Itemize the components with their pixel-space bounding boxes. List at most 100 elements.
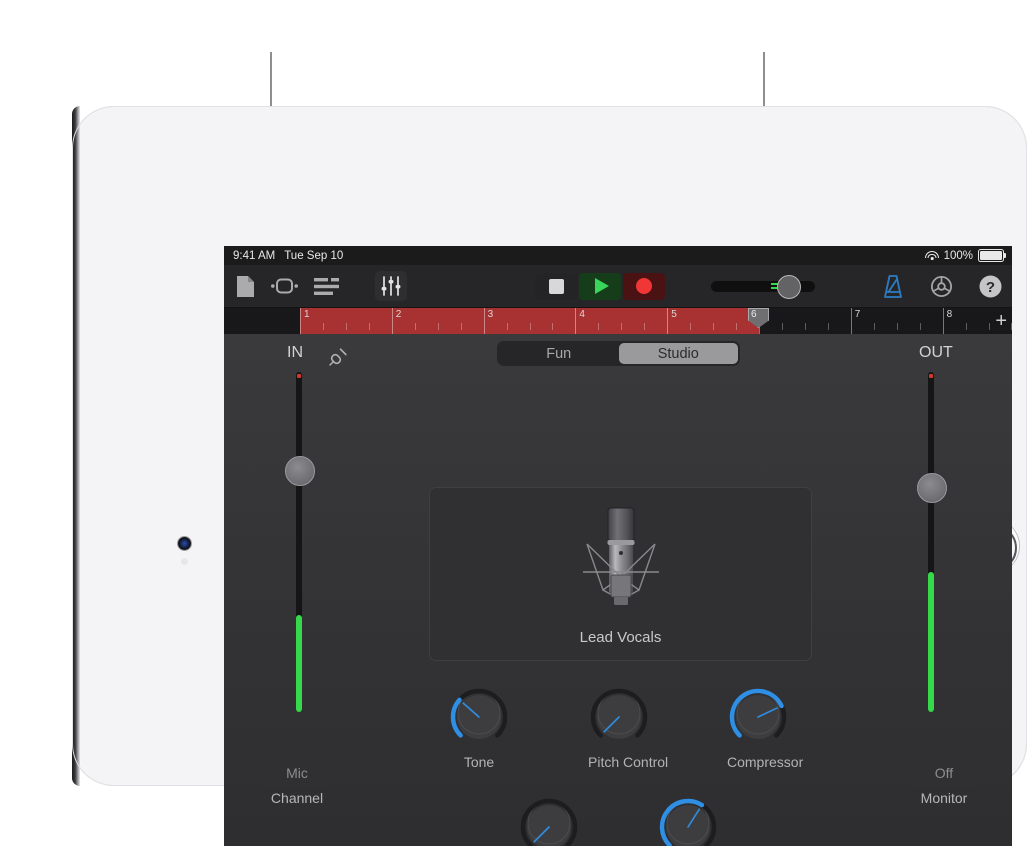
front-camera (178, 537, 191, 550)
input-title: IN (287, 344, 303, 361)
input-settings-icon[interactable] (327, 346, 349, 373)
ruler-beat-tick (437, 323, 439, 330)
ruler-bar-number: 7 (854, 309, 861, 320)
status-time: 9:41 AM (233, 249, 276, 262)
ruler-beat-tick (598, 323, 600, 330)
input-fader-level (296, 615, 302, 712)
loop-browser-icon[interactable] (271, 278, 298, 294)
record-button[interactable] (623, 272, 665, 300)
ruler-bar-number: 1 (304, 309, 310, 320)
ruler-beat-tick (804, 323, 806, 330)
drive-knob[interactable]: Drive (518, 796, 580, 846)
output-title: OUT (919, 344, 953, 361)
ruler-beat-tick (460, 323, 462, 330)
status-bar: 9:41 AM Tue Sep 10 100% (224, 246, 1012, 265)
ruler-beat-tick (506, 323, 508, 330)
pitch-control-knob-label: Pitch Control (588, 754, 669, 770)
fun-segment[interactable]: Fun (499, 343, 619, 364)
channel-select-button[interactable]: Mic (259, 760, 335, 786)
ruler-bar-tick (942, 308, 944, 334)
input-peak-indicator (297, 374, 301, 378)
ruler-beat-tick (529, 323, 531, 330)
monitor-caption: Monitor (920, 790, 968, 806)
ruler-beat-tick (644, 323, 646, 330)
transport-controls (535, 272, 665, 300)
ruler-bar-tick (300, 308, 301, 334)
pitch-control-knob[interactable]: Pitch Control (588, 686, 669, 770)
help-icon[interactable]: ? (979, 275, 1002, 298)
app-toolbar: ? (224, 265, 1012, 308)
ruler-beat-tick (896, 323, 898, 330)
ruler-bar-number: 4 (579, 309, 585, 320)
toolbar-right-group: ? (882, 274, 1002, 298)
status-bar-left: 9:41 AM Tue Sep 10 (233, 250, 343, 262)
ruler-beat-tick (919, 323, 921, 330)
ipad-device: 9:41 AM Tue Sep 10 100% ? 1 2 3 4 5 7 8 … (72, 106, 1027, 846)
ruler-beat-tick (690, 323, 692, 330)
toolbar-transport-group (535, 272, 815, 300)
toolbar-left-group (236, 271, 407, 301)
metronome-icon[interactable] (882, 274, 904, 298)
compressor-knob-dial[interactable] (727, 686, 789, 748)
ruler-bar-number: 2 (395, 309, 402, 320)
output-fader-thumb[interactable] (917, 473, 947, 503)
output-peak-indicator (929, 374, 933, 378)
patch-display-panel[interactable]: Lead Vocals (429, 487, 812, 661)
vocal-hall-knob[interactable]: Vocal Hall (657, 796, 719, 846)
ruler-beat-tick (736, 323, 738, 330)
record-icon (636, 278, 652, 294)
gear-icon[interactable] (930, 275, 953, 298)
preset-mode-segmented-control[interactable]: Fun Studio (497, 341, 740, 366)
ruler-bar-tick (575, 308, 577, 334)
input-fader-thumb[interactable] (285, 456, 315, 486)
compressor-knob[interactable]: Compressor (727, 686, 804, 770)
ambient-light-sensor (181, 558, 188, 565)
mixer-sliders-icon[interactable] (375, 271, 407, 301)
ruler-beat-tick (552, 323, 554, 330)
tone-knob-dial[interactable] (448, 686, 510, 748)
ruler-beat-tick (368, 323, 370, 330)
ruler-bar-tick (850, 308, 852, 334)
play-icon (594, 278, 609, 294)
timeline-ruler[interactable]: 12345678 6 + (224, 308, 1012, 334)
studio-segment[interactable]: Studio (618, 343, 738, 364)
channel-caption: Channel (270, 790, 324, 806)
ruler-bar-tick (667, 308, 669, 334)
stop-icon (548, 278, 564, 294)
ruler-beat-tick (873, 323, 875, 330)
ruler-beat-tick (345, 323, 347, 330)
playhead-bar-number: 6 (751, 309, 757, 320)
status-bar-right: 100% (925, 249, 1007, 262)
tone-knob-label: Tone (463, 754, 495, 770)
device-left-edge (72, 106, 80, 786)
ruler-beat-tick (988, 323, 990, 330)
master-volume-slider[interactable] (711, 274, 815, 299)
stop-button[interactable] (535, 272, 577, 300)
ruler-bar-number: 5 (671, 309, 677, 320)
play-button[interactable] (579, 272, 621, 300)
ruler-beat-tick (621, 323, 623, 330)
document-icon[interactable] (236, 275, 255, 298)
ruler-beat-tick (781, 323, 783, 330)
recording-region (300, 308, 759, 334)
drive-knob-dial[interactable] (518, 796, 580, 846)
playhead[interactable]: 6 (748, 308, 769, 334)
tone-knob[interactable]: Tone (448, 686, 510, 770)
track-list-icon[interactable] (314, 277, 339, 295)
compressor-knob-label: Compressor (727, 754, 804, 770)
output-level-fader[interactable] (917, 372, 947, 712)
ruler-beat-tick (1011, 323, 1012, 330)
battery-percent-label: 100% (943, 249, 973, 262)
vocal-hall-knob-dial[interactable] (657, 796, 719, 846)
ruler-beat-tick (322, 323, 324, 330)
pitch-control-knob-dial[interactable] (588, 686, 650, 748)
master-volume-thumb[interactable] (777, 274, 801, 299)
condenser-microphone-icon (573, 502, 669, 627)
ruler-bar-tick (391, 308, 393, 334)
ipad-screen: 9:41 AM Tue Sep 10 100% ? 1 2 3 4 5 7 8 … (224, 246, 1012, 846)
plugin-panel: IN OUT Mic Channel Off Monitor Fun Studi… (224, 334, 1012, 846)
ruler-bar-tick (483, 308, 485, 334)
monitor-toggle-button[interactable]: Off (906, 760, 982, 786)
add-track-button[interactable]: + (995, 311, 1007, 331)
input-level-fader[interactable] (285, 372, 315, 712)
